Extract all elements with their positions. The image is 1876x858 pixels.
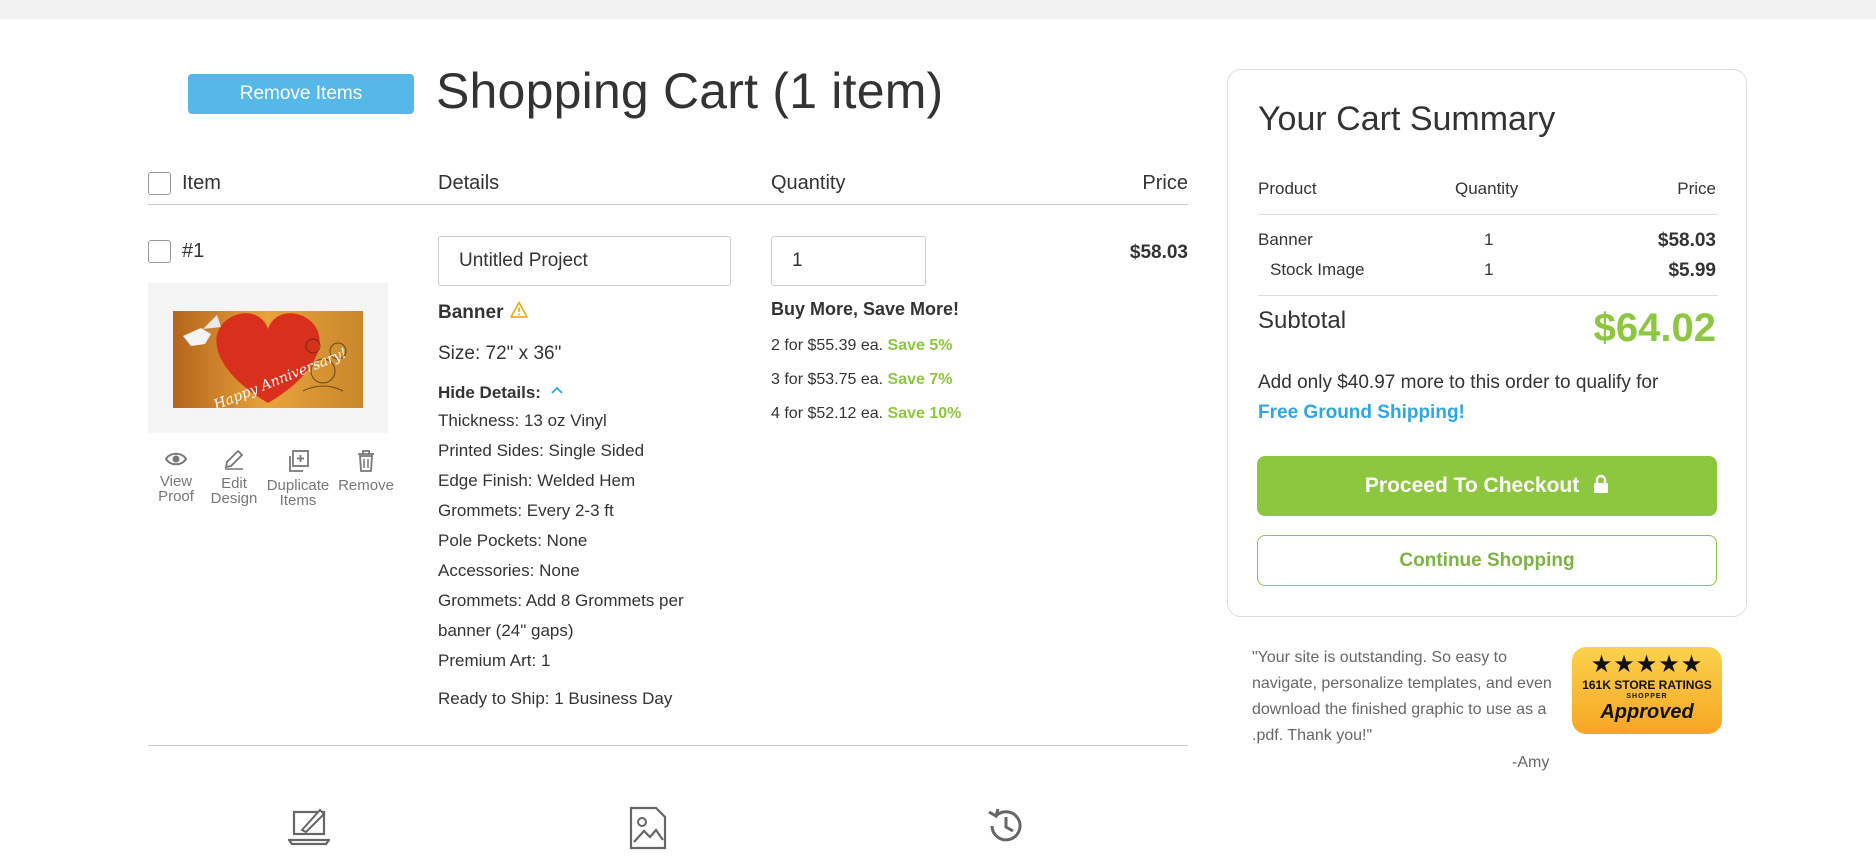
laptop-design-icon — [288, 808, 330, 846]
edit-design-label-2: Design — [210, 490, 258, 507]
hide-details-toggle[interactable]: Hide Details: — [438, 383, 541, 403]
tier-price: 2 for $55.39 ea. — [771, 337, 884, 354]
shopper-approved-badge[interactable]: ★★★★★ 161K STORE RATINGS SHOPPER Approve… — [1572, 647, 1722, 734]
detail-line: Pole Pockets: None — [438, 531, 588, 550]
edit-design-action[interactable]: Edit Design — [199, 450, 269, 506]
column-header-item: Item — [182, 172, 221, 194]
proceed-to-checkout-button[interactable]: Proceed To Checkout — [1257, 456, 1717, 516]
select-all-checkbox[interactable] — [148, 172, 171, 195]
testimonial-author: -Amy — [1512, 754, 1550, 771]
summary-divider — [1258, 295, 1718, 296]
detail-line: Printed Sides: Single Sided — [438, 441, 645, 460]
summary-row-price: $5.99 — [1668, 260, 1716, 281]
subtotal-value: $64.02 — [1593, 306, 1716, 350]
column-header-price: Price — [1142, 172, 1188, 194]
summary-row-product: Stock Image — [1270, 260, 1365, 279]
remove-item-label: Remove — [338, 477, 394, 494]
tier-savings: Save 7% — [887, 371, 953, 388]
remove-item-action[interactable]: Remove — [331, 450, 401, 493]
summary-title: Your Cart Summary — [1258, 100, 1556, 138]
row-divider — [148, 745, 1188, 746]
detail-line: Thickness: 13 oz Vinyl — [438, 411, 607, 430]
detail-line: Grommets: Every 2-3 ft — [438, 501, 614, 520]
duplicate-items-action[interactable]: Duplicate Items — [263, 450, 333, 508]
duplicate-items-label-2: Items — [279, 492, 317, 509]
product-size: Size: 72" x 36" — [438, 343, 562, 364]
header-divider — [148, 204, 1188, 205]
trash-icon — [358, 450, 374, 472]
duplicate-icon — [289, 450, 309, 472]
lock-icon — [1594, 474, 1609, 493]
summary-header-quantity: Quantity — [1455, 179, 1519, 198]
eye-icon — [165, 452, 187, 466]
tier-price: 3 for $53.75 ea. — [771, 371, 884, 388]
price-tier: 4 for $52.12 ea. Save 10% — [771, 405, 961, 423]
tier-price: 4 for $52.12 ea. — [771, 405, 884, 422]
subtotal-label: Subtotal — [1258, 307, 1347, 334]
project-name-input[interactable] — [438, 236, 731, 286]
buy-more-title: Buy More, Save More! — [771, 299, 960, 319]
warning-icon[interactable] — [510, 301, 528, 319]
pencil-icon — [224, 450, 244, 470]
detail-line: Grommets: Add 8 Grommets per — [438, 591, 684, 610]
page-title: Shopping Cart (1 item) — [436, 63, 944, 119]
detail-line: banner (24" gaps) — [438, 621, 574, 640]
banner-preview-image: Happy Anniversary! — [173, 311, 363, 408]
testimonial-quote: "Your site is outstanding. So easy to na… — [1252, 649, 1552, 744]
approved-label: Approved — [1600, 701, 1694, 723]
chevron-up-icon[interactable] — [551, 386, 563, 395]
history-icon — [988, 808, 1022, 842]
quantity-input[interactable] — [771, 236, 926, 286]
tier-savings: Save 10% — [887, 405, 962, 422]
summary-divider — [1258, 214, 1718, 215]
view-proof-label-2: Proof — [158, 488, 194, 505]
summary-row-quantity: 1 — [1484, 260, 1494, 279]
item-number: #1 — [182, 240, 205, 262]
product-name: Banner — [438, 302, 504, 323]
summary-row-quantity: 1 — [1484, 230, 1494, 249]
column-header-details: Details — [438, 172, 500, 194]
column-header-quantity: Quantity — [771, 172, 846, 194]
item-checkbox[interactable] — [148, 240, 171, 263]
checkout-label: Proceed To Checkout — [1364, 474, 1580, 497]
summary-header-product: Product — [1258, 179, 1317, 198]
continue-shopping-button[interactable]: Continue Shopping — [1257, 535, 1717, 586]
summary-row-product: Banner — [1258, 230, 1313, 249]
price-tier: 3 for $53.75 ea. Save 7% — [771, 371, 952, 389]
image-file-icon — [629, 806, 667, 850]
product-thumbnail[interactable]: Happy Anniversary! — [148, 283, 388, 433]
summary-row-price: $58.03 — [1657, 230, 1716, 251]
shipping-message-text: Add only $40.97 more to this order to qu… — [1258, 372, 1659, 393]
tier-savings: Save 5% — [887, 337, 953, 354]
free-shipping-link[interactable]: Free Ground Shipping! — [1258, 398, 1718, 428]
shopper-label: SHOPPER — [1626, 693, 1668, 700]
ready-to-ship: Ready to Ship: 1 Business Day — [438, 689, 673, 708]
price-tier: 2 for $55.39 ea. Save 5% — [771, 337, 952, 355]
product-details-list: Thickness: 13 oz Vinyl Printed Sides: Si… — [438, 406, 738, 676]
free-shipping-message: Add only $40.97 more to this order to qu… — [1258, 368, 1718, 428]
detail-line: Accessories: None — [438, 561, 580, 580]
detail-line: Premium Art: 1 — [438, 651, 551, 670]
item-price: $58.03 — [1129, 242, 1188, 263]
top-bar — [0, 0, 1876, 19]
rating-stars: ★★★★★ — [1590, 651, 1704, 678]
summary-header-price: Price — [1677, 179, 1716, 198]
remove-items-button[interactable]: Remove Items — [188, 74, 414, 114]
detail-line: Edge Finish: Welded Hem — [438, 471, 636, 490]
store-ratings-count: 161K STORE RATINGS — [1582, 678, 1712, 692]
